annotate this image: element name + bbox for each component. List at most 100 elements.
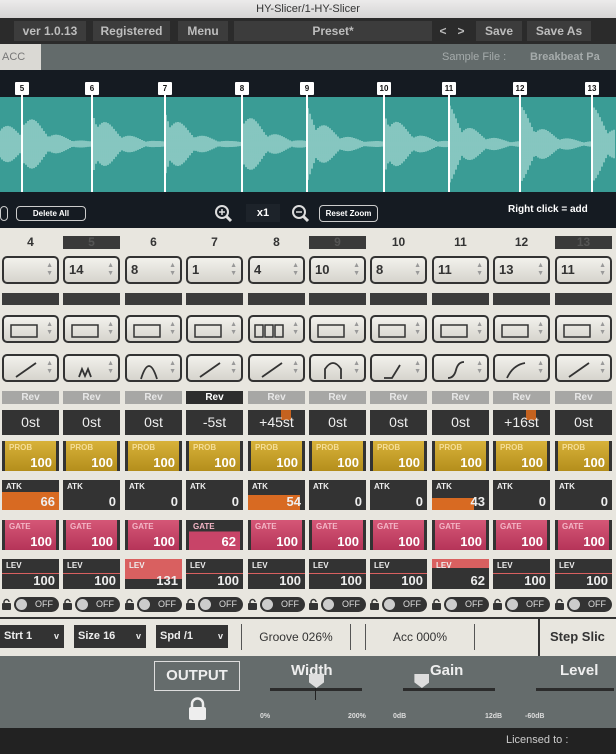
mode-select[interactable]: ▲ ▼ [2, 315, 59, 343]
version-button[interactable]: ver 1.0.13 [14, 21, 86, 41]
attack-control[interactable]: ATK 66 [2, 480, 59, 510]
gate-control[interactable]: GATE 100 [370, 520, 427, 550]
slice-marker-line[interactable] [91, 95, 93, 192]
slice-select[interactable]: ▲ ▼ [2, 256, 59, 284]
level-slider[interactable] [536, 688, 614, 691]
level-control[interactable]: LEV 100 [2, 559, 59, 589]
slice-toggle[interactable]: OFF [382, 597, 427, 612]
groove-control[interactable]: Groove 026% [241, 624, 351, 650]
reverse-toggle[interactable]: Rev [2, 391, 59, 404]
reverse-toggle[interactable]: Rev [248, 391, 305, 404]
slice-marker-line[interactable] [519, 95, 521, 192]
reverse-toggle[interactable]: Rev [432, 391, 489, 404]
reverse-toggle[interactable]: Rev [186, 391, 243, 404]
probability-control[interactable]: PROB 100 [493, 441, 550, 471]
delete-all-button[interactable]: Delete All [16, 206, 86, 221]
level-control[interactable]: LEV 100 [186, 559, 243, 589]
slice-toggle[interactable]: OFF [321, 597, 366, 612]
slice-marker-line[interactable] [21, 95, 23, 192]
lock-icon[interactable] [248, 598, 257, 610]
pitch-control[interactable]: 0st [370, 410, 427, 435]
slice-number[interactable]: 10 [370, 236, 427, 249]
slice-marker[interactable]: 8 [235, 82, 249, 95]
level-control[interactable]: LEV 100 [309, 559, 366, 589]
probability-control[interactable]: PROB 100 [2, 441, 59, 471]
probability-control[interactable]: PROB 100 [370, 441, 427, 471]
acc-control[interactable]: Acc 000% [365, 624, 475, 650]
slice-marker-line[interactable] [591, 95, 593, 192]
level-control[interactable]: LEV 62 [432, 559, 489, 589]
pitch-control[interactable]: 0st [63, 410, 120, 435]
slice-toggle[interactable]: OFF [75, 597, 120, 612]
acc-tab[interactable]: ACC [0, 44, 41, 70]
slice-number[interactable]: 8 [248, 236, 305, 249]
gate-control[interactable]: GATE 100 [555, 520, 612, 550]
lock-icon[interactable] [432, 598, 441, 610]
mode-select[interactable]: ▲ ▼ [248, 315, 305, 343]
slice-marker-line[interactable] [448, 95, 450, 192]
slice-select[interactable]: 4 ▲ ▼ [248, 256, 305, 284]
reverse-toggle[interactable]: Rev [125, 391, 182, 404]
probability-control[interactable]: PROB 100 [63, 441, 120, 471]
gate-control[interactable]: GATE 100 [248, 520, 305, 550]
save-button[interactable]: Save [476, 21, 522, 41]
partial-button[interactable] [0, 206, 8, 221]
lock-icon[interactable] [555, 598, 564, 610]
reverse-toggle[interactable]: Rev [555, 391, 612, 404]
envelope-select[interactable]: ▲ ▼ [493, 354, 550, 382]
mode-select[interactable]: ▲ ▼ [63, 315, 120, 343]
slice-number[interactable]: 12 [493, 236, 550, 249]
slice-number[interactable]: 11 [432, 236, 489, 249]
slice-toggle[interactable]: OFF [505, 597, 550, 612]
pitch-control[interactable]: 0st [2, 410, 59, 435]
reverse-toggle[interactable]: Rev [309, 391, 366, 404]
attack-control[interactable]: ATK 0 [63, 480, 120, 510]
envelope-select[interactable]: ▲ ▼ [309, 354, 366, 382]
lock-icon[interactable] [370, 598, 379, 610]
slice-select[interactable]: 13 ▲ ▼ [493, 256, 550, 284]
lock-icon[interactable] [493, 598, 502, 610]
envelope-select[interactable]: ▲ ▼ [370, 354, 427, 382]
mode-select[interactable]: ▲ ▼ [493, 315, 550, 343]
slice-number[interactable]: 9 [309, 236, 366, 249]
mode-select[interactable]: ▲ ▼ [125, 315, 182, 343]
lock-icon[interactable] [125, 598, 134, 610]
slice-number[interactable]: 6 [125, 236, 182, 249]
lock-icon[interactable] [2, 598, 11, 610]
gate-control[interactable]: GATE 100 [125, 520, 182, 550]
slice-number[interactable]: 7 [186, 236, 243, 249]
envelope-select[interactable]: ▲ ▼ [63, 354, 120, 382]
slice-select[interactable]: 1 ▲ ▼ [186, 256, 243, 284]
zoom-out-icon[interactable] [291, 204, 311, 224]
slice-toggle[interactable]: OFF [137, 597, 182, 612]
lock-icon[interactable] [188, 697, 207, 721]
level-control[interactable]: LEV 100 [63, 559, 120, 589]
size-dropdown[interactable]: Size 16 v [74, 625, 146, 648]
probability-control[interactable]: PROB 100 [309, 441, 366, 471]
slice-toggle[interactable]: OFF [567, 597, 612, 612]
level-control[interactable]: LEV 100 [248, 559, 305, 589]
slice-marker[interactable]: 6 [85, 82, 99, 95]
width-slider[interactable] [270, 688, 362, 691]
speed-dropdown[interactable]: Spd /1 v [156, 625, 228, 648]
slice-marker[interactable]: 11 [442, 82, 456, 95]
slice-marker[interactable]: 7 [158, 82, 172, 95]
pitch-control[interactable]: +16st [493, 410, 550, 435]
probability-control[interactable]: PROB 100 [248, 441, 305, 471]
pitch-control[interactable]: 0st [432, 410, 489, 435]
slice-marker-line[interactable] [383, 95, 385, 192]
probability-control[interactable]: PROB 100 [555, 441, 612, 471]
reverse-toggle[interactable]: Rev [63, 391, 120, 404]
lock-icon[interactable] [63, 598, 72, 610]
attack-control[interactable]: ATK 0 [309, 480, 366, 510]
gate-control[interactable]: GATE 100 [2, 520, 59, 550]
mode-select[interactable]: ▲ ▼ [186, 315, 243, 343]
gain-slider-thumb[interactable] [414, 674, 430, 688]
attack-control[interactable]: ATK 0 [186, 480, 243, 510]
envelope-select[interactable]: ▲ ▼ [186, 354, 243, 382]
slice-marker-line[interactable] [164, 95, 166, 192]
gate-control[interactable]: GATE 100 [309, 520, 366, 550]
slice-toggle[interactable]: OFF [444, 597, 489, 612]
gate-control[interactable]: GATE 100 [493, 520, 550, 550]
gain-slider[interactable] [403, 688, 495, 691]
